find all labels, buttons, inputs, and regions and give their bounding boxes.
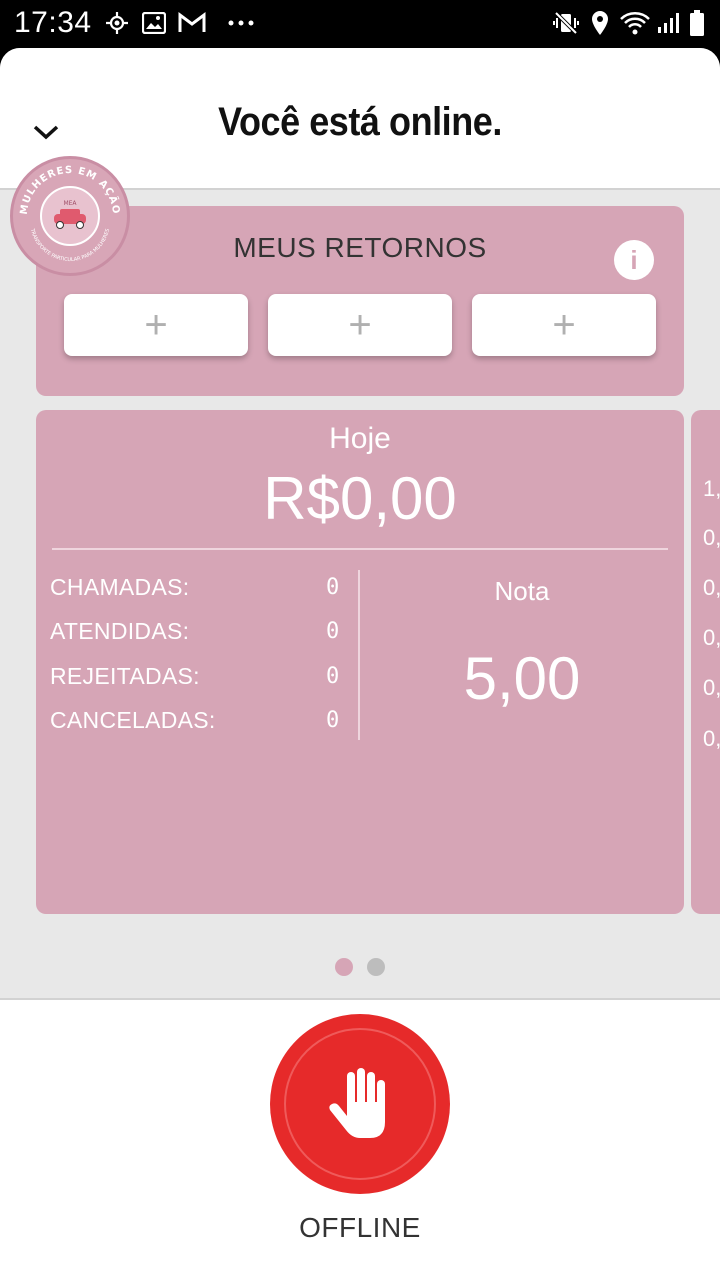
- divider: [52, 548, 668, 550]
- info-button[interactable]: i: [614, 240, 654, 280]
- peek-value: 0,: [703, 575, 720, 600]
- add-retorno-slot-3[interactable]: +: [472, 294, 656, 356]
- peek-value: 0,: [703, 525, 720, 550]
- retornos-title: MEUS RETORNOS: [233, 232, 487, 263]
- peek-value: 0,: [703, 675, 720, 700]
- add-retorno-slot-1[interactable]: +: [64, 294, 248, 356]
- chamadas-label: CHAMADAS:: [50, 574, 190, 600]
- nota-label: Nota: [494, 576, 550, 606]
- vibrate-mute-icon: [552, 10, 580, 36]
- atendidas-value: 0: [326, 619, 340, 644]
- location-pin-icon: [588, 10, 612, 36]
- offline-label: OFFLINE: [299, 1212, 421, 1243]
- stats-amount: R$0,00: [263, 465, 457, 532]
- page-title: Você está online.: [218, 100, 502, 144]
- add-retorno-slot-2[interactable]: +: [268, 294, 452, 356]
- go-offline-button[interactable]: [270, 1014, 450, 1194]
- peek-value: 0,: [703, 625, 720, 650]
- main-sheet: Você está online. MULHERES EM AÇÃO TRANS…: [0, 48, 720, 1280]
- logo-badge-text: MEA: [63, 200, 77, 207]
- atendidas-label: ATENDIDAS:: [50, 618, 190, 644]
- canceladas-label: CANCELADAS:: [50, 707, 216, 733]
- pager-dot[interactable]: [367, 958, 385, 976]
- rejeitadas-value: 0: [326, 664, 340, 689]
- pager-dot-active[interactable]: [335, 958, 353, 976]
- status-bar: 17:34: [0, 0, 720, 48]
- rejeitadas-label: REJEITADAS:: [50, 663, 200, 689]
- status-time: 17:34: [14, 6, 92, 39]
- peek-value: 1,: [703, 476, 720, 501]
- canceladas-value: 0: [326, 708, 340, 733]
- peek-value: 0,: [703, 726, 720, 751]
- location-target-icon: [104, 10, 130, 36]
- more-dots-icon: [226, 10, 256, 36]
- battery-icon: [688, 10, 706, 36]
- next-card-peek[interactable]: 1, 0, 0, 0, 0, 0,: [691, 410, 720, 914]
- stats-period: Hoje: [329, 422, 391, 455]
- bottom-panel: OFFLINE: [0, 998, 720, 1280]
- app-logo: MULHERES EM AÇÃO TRANSPORTE PARTICULAR P…: [10, 156, 130, 276]
- chamadas-value: 0: [326, 575, 340, 600]
- stop-hand-icon: [329, 1068, 385, 1138]
- image-icon: [141, 10, 167, 36]
- meus-retornos-card: MEUS RETORNOS i + + +: [36, 206, 684, 396]
- daily-stats-card[interactable]: Hoje R$0,00 CHAMADAS: 0 ATENDIDAS: 0 REJ…: [36, 410, 684, 914]
- wifi-icon: [618, 10, 652, 36]
- nota-value: 5,00: [463, 645, 581, 712]
- gmail-icon: [178, 10, 206, 36]
- signal-icon: [656, 10, 682, 36]
